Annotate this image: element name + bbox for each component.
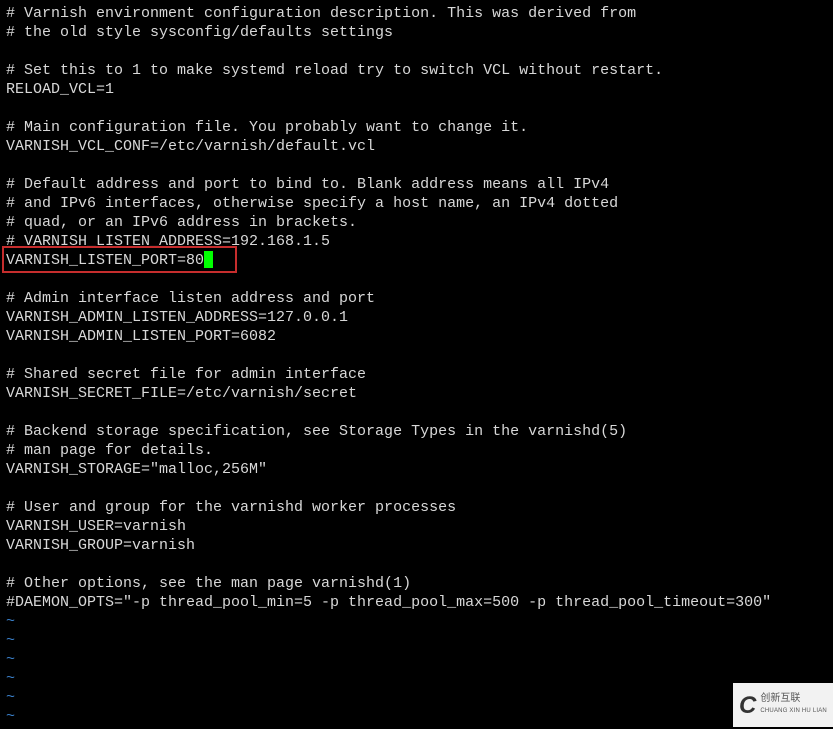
config-line: # and IPv6 interfaces, otherwise specify… — [6, 194, 827, 213]
config-line — [6, 42, 827, 61]
config-line: # Default address and port to bind to. B… — [6, 175, 827, 194]
terminal-editor-viewport[interactable]: # Varnish environment configuration desc… — [0, 0, 833, 729]
empty-line-tilde: ~ — [6, 688, 827, 707]
config-line: # User and group for the varnishd worker… — [6, 498, 827, 517]
config-line: VARNISH_ADMIN_LISTEN_ADDRESS=127.0.0.1 — [6, 308, 827, 327]
config-line: VARNISH_ADMIN_LISTEN_PORT=6082 — [6, 327, 827, 346]
config-line: VARNISH_GROUP=varnish — [6, 536, 827, 555]
config-line — [6, 555, 827, 574]
config-line: # Backend storage specification, see Sto… — [6, 422, 827, 441]
watermark-line2: CHUANG XIN HU LIAN — [760, 708, 827, 714]
empty-line-tilde: ~ — [6, 631, 827, 650]
empty-line-tilde: ~ — [6, 650, 827, 669]
config-line: # Main configuration file. You probably … — [6, 118, 827, 137]
config-line: # Shared secret file for admin interface — [6, 365, 827, 384]
watermark-text: 创新互联 CHUANG XIN HU LIAN — [760, 693, 827, 717]
config-line: # Other options, see the man page varnis… — [6, 574, 827, 593]
config-line — [6, 403, 827, 422]
config-line — [6, 99, 827, 118]
config-line: # Varnish environment configuration desc… — [6, 4, 827, 23]
empty-line-tilde: ~ — [6, 612, 827, 631]
config-line: #DAEMON_OPTS="-p thread_pool_min=5 -p th… — [6, 593, 827, 612]
config-line: # Admin interface listen address and por… — [6, 289, 827, 308]
config-line: # the old style sysconfig/defaults setti… — [6, 23, 827, 42]
config-line — [6, 346, 827, 365]
config-line — [6, 479, 827, 498]
config-line: VARNISH_STORAGE="malloc,256M" — [6, 460, 827, 479]
highlight-annotation-box — [2, 246, 237, 273]
config-line: VARNISH_VCL_CONF=/etc/varnish/default.vc… — [6, 137, 827, 156]
watermark-symbol: C — [739, 696, 756, 715]
config-line: RELOAD_VCL=1 — [6, 80, 827, 99]
empty-line-tilde: ~ — [6, 669, 827, 688]
config-line — [6, 156, 827, 175]
config-line: VARNISH_USER=varnish — [6, 517, 827, 536]
config-line: # Set this to 1 to make systemd reload t… — [6, 61, 827, 80]
watermark-logo: C 创新互联 CHUANG XIN HU LIAN — [733, 683, 833, 727]
config-line: # man page for details. — [6, 441, 827, 460]
watermark-line1: 创新互联 — [760, 693, 800, 704]
config-line: VARNISH_SECRET_FILE=/etc/varnish/secret — [6, 384, 827, 403]
empty-line-tilde: ~ — [6, 707, 827, 726]
config-line: # quad, or an IPv6 address in brackets. — [6, 213, 827, 232]
